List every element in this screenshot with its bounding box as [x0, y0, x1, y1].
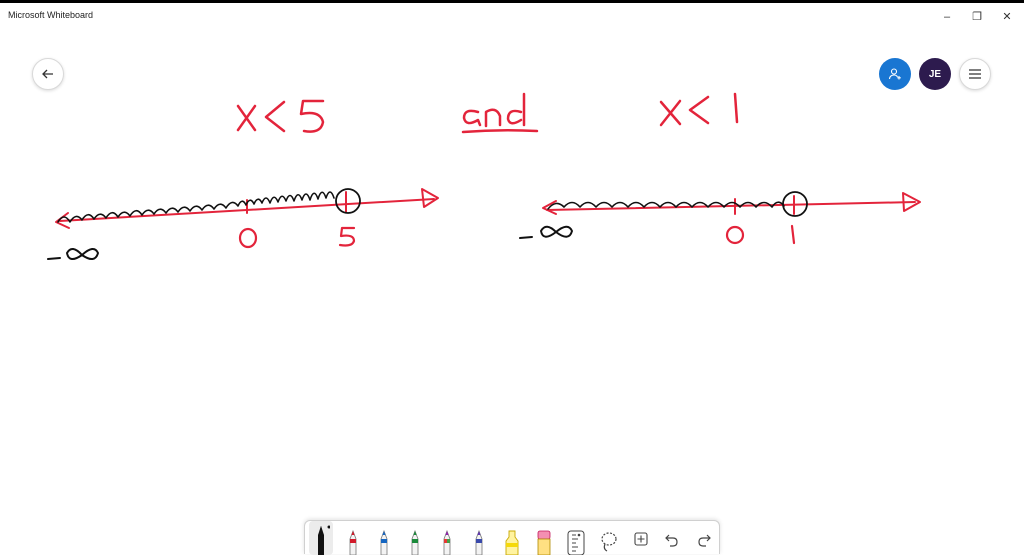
highlighter-icon	[505, 530, 519, 555]
galaxy-pen-icon	[475, 529, 483, 555]
left-line-labels-ink	[47, 226, 356, 260]
eraser-tool[interactable]	[532, 525, 556, 555]
undo-icon	[665, 534, 678, 547]
rainbow-pen-icon	[443, 529, 451, 555]
lasso-icon	[601, 532, 617, 552]
right-number-line	[542, 191, 921, 217]
plus-box-icon	[634, 532, 648, 546]
blue-pen-icon	[380, 529, 388, 555]
redo-button[interactable]	[692, 525, 716, 555]
green-pen-icon	[411, 529, 419, 555]
blue-pen-tool[interactable]	[372, 525, 396, 555]
galaxy-pen-tool[interactable]	[467, 525, 491, 555]
connector-ink	[461, 92, 539, 134]
right-expression-ink	[659, 92, 739, 127]
ruler-tool[interactable]	[564, 525, 588, 555]
undo-button[interactable]	[660, 525, 684, 555]
left-expression-ink	[236, 99, 325, 133]
red-pen-tool[interactable]	[341, 525, 365, 555]
highlighter-tool[interactable]	[500, 525, 524, 555]
ink-toolbar	[304, 520, 720, 555]
ruler-icon	[567, 530, 585, 555]
rainbow-pen-tool[interactable]	[435, 525, 459, 555]
red-pen-icon	[349, 529, 357, 555]
add-content-button[interactable]	[629, 525, 653, 555]
eraser-icon	[537, 530, 551, 555]
lasso-tool[interactable]	[597, 525, 621, 555]
black-pen-tool[interactable]	[309, 521, 333, 555]
redo-icon	[698, 534, 711, 547]
right-line-labels-ink	[519, 224, 796, 245]
left-number-line	[55, 188, 439, 229]
green-pen-tool[interactable]	[403, 525, 427, 555]
black-pen-icon	[318, 525, 330, 555]
whiteboard-ink[interactable]	[0, 0, 1024, 554]
